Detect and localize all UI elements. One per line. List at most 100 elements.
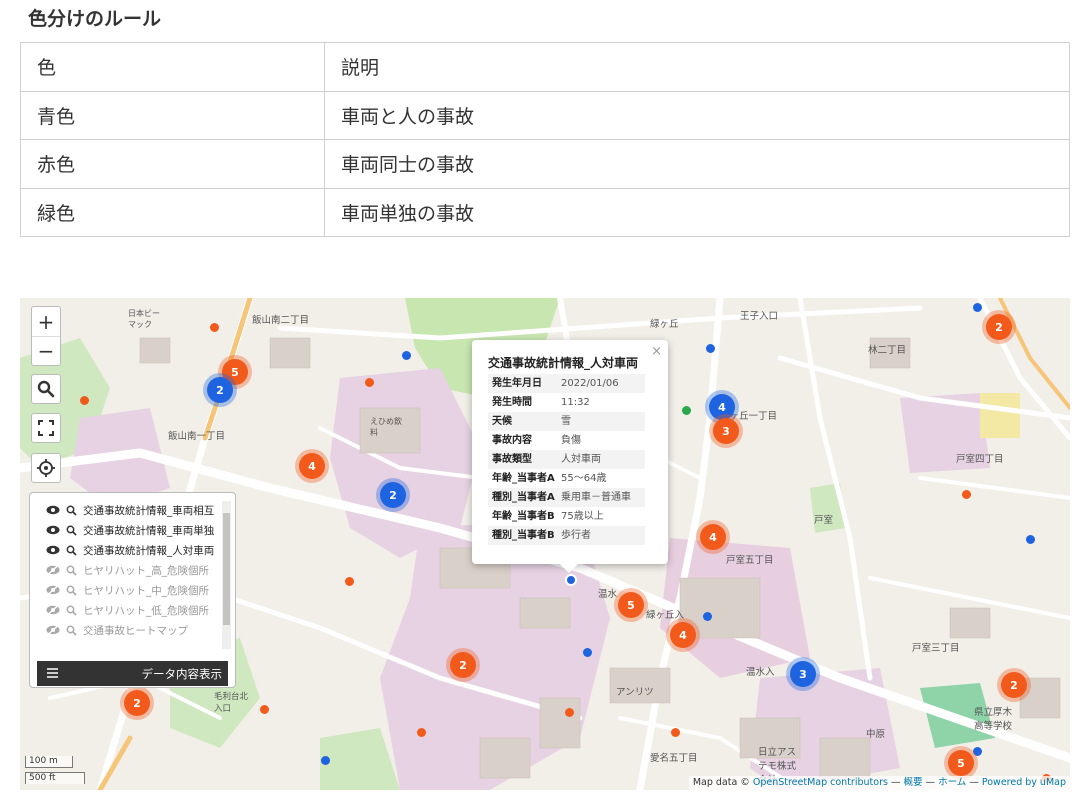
zoom-to-layer-icon[interactable] xyxy=(66,505,77,516)
cluster-marker[interactable]: 2 xyxy=(124,690,150,716)
place-label: 緑ヶ丘入 xyxy=(646,610,685,621)
eye-slash-icon[interactable] xyxy=(46,585,60,595)
show-data-label: データ内容表示 xyxy=(141,666,223,681)
cluster-marker[interactable]: 4 xyxy=(709,394,735,420)
accident-marker-blue[interactable] xyxy=(706,344,715,353)
popup-key: 発生年月日 xyxy=(492,378,542,389)
zoom-in-button[interactable]: + xyxy=(32,307,60,336)
zoom-control: + − xyxy=(31,306,61,366)
place-label: えひめ飲 料 xyxy=(370,417,402,437)
cluster-marker[interactable]: 2 xyxy=(986,314,1012,340)
cluster-marker[interactable]: 2 xyxy=(207,377,233,403)
table-cell: 色 xyxy=(20,42,325,92)
layer-item[interactable]: 交通事故ヒートマップ xyxy=(46,621,188,639)
layer-item[interactable]: ヒヤリハット_高_危険個所 xyxy=(46,561,209,579)
zoom-to-layer-icon[interactable] xyxy=(66,565,77,576)
accident-marker-red[interactable] xyxy=(962,490,971,499)
cluster-marker[interactable]: 4 xyxy=(700,524,726,550)
table-cell: 車両と人の事故 xyxy=(324,90,1070,140)
zoom-to-layer-icon[interactable] xyxy=(66,605,77,616)
search-button[interactable] xyxy=(31,374,61,404)
layer-label: 交通事故ヒートマップ xyxy=(83,624,188,637)
layer-item[interactable]: 交通事故統計情報_車両単独 xyxy=(46,521,214,539)
accident-marker-blue[interactable] xyxy=(973,747,982,756)
accident-marker-blue[interactable] xyxy=(1026,535,1035,544)
accident-marker-blue[interactable] xyxy=(565,574,577,586)
accident-marker-red[interactable] xyxy=(345,577,354,586)
accident-marker-red[interactable] xyxy=(210,323,219,332)
popup-value: 人対車両 xyxy=(561,454,601,465)
eye-icon[interactable] xyxy=(46,505,60,515)
place-label: 中原 xyxy=(866,729,886,740)
zoom-to-layer-icon[interactable] xyxy=(66,585,77,596)
accident-marker-blue[interactable] xyxy=(321,756,330,765)
layers-scrollbar-thumb[interactable] xyxy=(223,513,230,625)
cluster-marker[interactable]: 3 xyxy=(713,418,739,444)
search-icon xyxy=(37,380,55,398)
accident-marker-green[interactable] xyxy=(682,406,691,415)
popup-key: 年齢_当事者B xyxy=(492,511,555,522)
accident-marker-red[interactable] xyxy=(565,708,574,717)
accident-marker-red[interactable] xyxy=(671,728,680,737)
accident-marker-blue[interactable] xyxy=(583,648,592,657)
accident-marker-blue[interactable] xyxy=(973,303,982,312)
map-viewport[interactable]: 飯山南二丁目 飯山南一丁目 日本ビー マック えひめ飲 料 緑ヶ丘 緑ヶ丘一丁目… xyxy=(20,298,1070,790)
section-heading: 色分けのルール xyxy=(28,8,162,30)
color-rules-table: 色 説明 青色 車両と人の事故 赤色 車両同士の事故 緑色 車両単独の事故 xyxy=(20,42,1070,237)
umap-link[interactable]: Powered by uMap xyxy=(982,777,1066,788)
zoom-to-layer-icon[interactable] xyxy=(66,545,77,556)
attribution-prefix: Map data © xyxy=(692,777,750,788)
zoom-to-layer-icon[interactable] xyxy=(66,525,77,536)
accident-marker-red[interactable] xyxy=(417,728,426,737)
layer-label: ヒヤリハット_高_危険個所 xyxy=(83,564,209,577)
layer-item[interactable]: 交通事故統計情報_車両相互 xyxy=(46,501,214,519)
cluster-marker[interactable]: 2 xyxy=(450,652,476,678)
cluster-marker[interactable]: 5 xyxy=(948,750,974,776)
fullscreen-icon xyxy=(38,420,54,436)
accident-marker-blue[interactable] xyxy=(402,351,411,360)
cluster-marker[interactable]: 2 xyxy=(1001,672,1027,698)
feature-popup: × 交通事故統計情報_人対車両 発生年月日 2022/01/06 発生時間 11:3… xyxy=(472,340,668,573)
place-label: 戸室三丁目 xyxy=(912,643,960,654)
cluster-marker[interactable]: 5 xyxy=(618,592,644,618)
place-label: 温水入 xyxy=(746,667,775,678)
popup-value: 負傷 xyxy=(561,435,581,446)
zoom-out-button[interactable]: − xyxy=(32,336,60,365)
place-label: 王子入口 xyxy=(740,311,779,322)
popup-key: 天候 xyxy=(492,416,512,427)
place-label: 日本ビー マック xyxy=(128,309,160,329)
popup-key: 年齢_当事者A xyxy=(492,473,555,484)
layer-item[interactable]: ヒヤリハット_中_危険個所 xyxy=(46,581,209,599)
layer-item[interactable]: ヒヤリハット_低_危険個所 xyxy=(46,601,209,619)
eye-slash-icon[interactable] xyxy=(46,625,60,635)
accident-marker-blue[interactable] xyxy=(703,612,712,621)
home-link[interactable]: ホーム xyxy=(938,777,966,788)
eye-slash-icon[interactable] xyxy=(46,565,60,575)
popup-value: 11:32 xyxy=(561,397,590,408)
cluster-marker[interactable]: 3 xyxy=(790,661,816,687)
eye-icon[interactable] xyxy=(46,525,60,535)
cluster-marker[interactable]: 4 xyxy=(670,622,696,648)
zoom-to-layer-icon[interactable] xyxy=(66,625,77,636)
popup-close-button[interactable]: × xyxy=(651,344,662,359)
accident-marker-red[interactable] xyxy=(365,378,374,387)
overview-link[interactable]: 概要 xyxy=(903,777,922,788)
popup-row: 種別_当事者B 歩行者 xyxy=(488,526,645,545)
table-cell: 緑色 xyxy=(20,187,325,237)
accident-marker-red[interactable] xyxy=(260,705,269,714)
layer-label: ヒヤリハット_低_危険個所 xyxy=(83,604,209,617)
cluster-marker[interactable]: 2 xyxy=(380,482,406,508)
fullscreen-button[interactable] xyxy=(31,413,61,443)
popup-key: 種別_当事者A xyxy=(492,492,555,503)
place-label: 毛利台北 入口 xyxy=(214,692,249,714)
cluster-marker[interactable]: 4 xyxy=(299,453,325,479)
eye-slash-icon[interactable] xyxy=(46,605,60,615)
eye-icon[interactable] xyxy=(46,545,60,555)
locate-icon xyxy=(37,459,55,477)
accident-marker-red[interactable] xyxy=(80,396,89,405)
locate-button[interactable] xyxy=(31,453,61,483)
osm-link[interactable]: OpenStreetMap contributors xyxy=(753,777,888,788)
layer-item[interactable]: 交通事故統計情報_人対車両 xyxy=(46,541,214,559)
show-data-button[interactable]: データ内容表示 xyxy=(37,661,228,686)
popup-key: 事故類型 xyxy=(492,454,532,465)
